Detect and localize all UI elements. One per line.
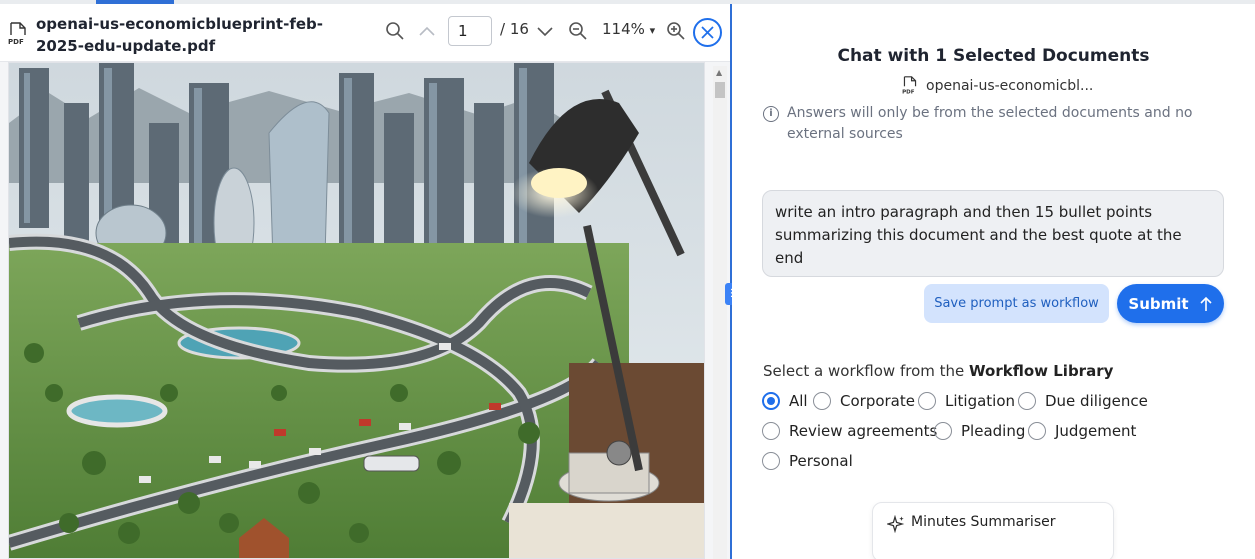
pdf-page bbox=[8, 62, 705, 559]
search-icon bbox=[386, 22, 404, 40]
page-number-input[interactable]: 1 bbox=[448, 16, 492, 46]
zoom-in-icon bbox=[667, 22, 685, 40]
chat-title: Chat with 1 Selected Documents bbox=[837, 46, 1150, 66]
scroll-up-icon[interactable]: ▲ bbox=[716, 68, 722, 77]
chat-panel: Chat with 1 Selected Documents PDF opena… bbox=[732, 4, 1255, 559]
pdf-file-icon: PDF bbox=[902, 76, 917, 95]
pdf-viewer: PDF openai-us-economicblueprint-feb-2025… bbox=[0, 4, 731, 559]
chevron-up-icon bbox=[419, 26, 435, 36]
radio-icon bbox=[762, 452, 780, 470]
workflow-option-litigation[interactable]: Litigation bbox=[918, 392, 1015, 410]
document-filename: openai-us-economicblueprint-feb-2025-edu… bbox=[36, 15, 323, 55]
workflow-option-label: Corporate bbox=[840, 392, 915, 410]
pdf-badge-text: PDF bbox=[8, 38, 24, 46]
prompt-input[interactable]: write an intro paragraph and then 15 bul… bbox=[762, 190, 1224, 277]
zoom-select[interactable]: 114% ▾ bbox=[602, 20, 655, 38]
page-total: / 16 bbox=[500, 20, 529, 38]
zoom-out-button[interactable] bbox=[566, 19, 590, 43]
info-text: Answers will only be from the selected d… bbox=[787, 105, 1193, 142]
radio-icon bbox=[1018, 392, 1036, 410]
workflow-option-corporate[interactable]: Corporate bbox=[813, 392, 915, 410]
workflow-option-due-diligence[interactable]: Due diligence bbox=[1018, 392, 1148, 410]
zoom-out-icon bbox=[569, 22, 587, 40]
workflow-library-label: Select a workflow from the Workflow Libr… bbox=[763, 362, 1113, 380]
radio-icon bbox=[1028, 422, 1046, 440]
pdf-file-icon: PDF bbox=[8, 22, 26, 46]
pdf-badge-text: PDF bbox=[902, 89, 915, 95]
workflow-option-all[interactable]: All bbox=[762, 392, 808, 410]
workflow-card[interactable]: Minutes Summariser bbox=[872, 502, 1114, 559]
radio-icon bbox=[934, 422, 952, 440]
radio-icon bbox=[762, 422, 780, 440]
workflow-option-label: Personal bbox=[789, 452, 853, 470]
zoom-in-button[interactable] bbox=[664, 19, 688, 43]
workflow-option-personal[interactable]: Personal bbox=[762, 452, 853, 470]
workflow-option-label: Due diligence bbox=[1045, 392, 1148, 410]
selected-document-name: openai-us-economicbl... bbox=[926, 77, 1094, 94]
info-icon: i bbox=[763, 106, 779, 122]
info-notice: i Answers will only be from the selected… bbox=[763, 103, 1193, 145]
zoom-value: 114% bbox=[602, 20, 645, 38]
close-viewer-button[interactable] bbox=[693, 18, 722, 47]
viewer-toolbar: PDF openai-us-economicblueprint-feb-2025… bbox=[0, 4, 731, 62]
search-button[interactable] bbox=[383, 19, 407, 43]
arrow-up-icon bbox=[1200, 296, 1212, 311]
sparkle-icon bbox=[887, 515, 905, 533]
close-icon bbox=[701, 26, 714, 39]
submit-button[interactable]: Submit bbox=[1117, 284, 1224, 323]
selected-document[interactable]: PDF openai-us-economicbl... bbox=[902, 76, 1093, 95]
radio-icon bbox=[918, 392, 936, 410]
page-scrollbar[interactable]: ▲ bbox=[713, 66, 727, 559]
scroll-thumb[interactable] bbox=[715, 82, 725, 98]
workflow-option-label: All bbox=[789, 392, 808, 410]
submit-label: Submit bbox=[1128, 294, 1189, 313]
previous-page-button[interactable] bbox=[415, 19, 439, 43]
workflow-option-label: Review agreements bbox=[789, 422, 938, 440]
workflow-option-label: Judgement bbox=[1055, 422, 1137, 440]
workflow-option-judgement[interactable]: Judgement bbox=[1028, 422, 1136, 440]
workflow-label-prefix: Select a workflow from the bbox=[763, 362, 965, 380]
chevron-down-icon bbox=[537, 27, 553, 37]
cover-illustration bbox=[9, 63, 704, 558]
workflow-library-link[interactable]: Workflow Library bbox=[969, 362, 1113, 380]
workflow-option-pleading[interactable]: Pleading bbox=[934, 422, 1025, 440]
radio-icon bbox=[813, 392, 831, 410]
next-page-button[interactable] bbox=[533, 19, 557, 43]
radio-selected-icon bbox=[762, 392, 780, 410]
workflow-option-label: Litigation bbox=[945, 392, 1016, 410]
save-prompt-button[interactable]: Save prompt as workflow bbox=[924, 284, 1109, 323]
caret-down-icon: ▾ bbox=[649, 24, 656, 37]
workflow-option-review-agreements[interactable]: Review agreements bbox=[762, 422, 937, 440]
workflow-option-label: Pleading bbox=[961, 422, 1026, 440]
workflow-card-title: Minutes Summariser bbox=[911, 514, 1056, 530]
